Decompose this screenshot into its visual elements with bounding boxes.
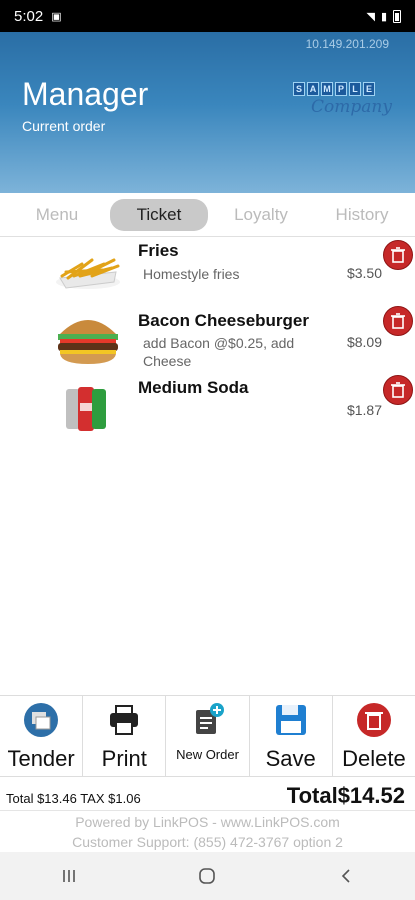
- delete-item-button[interactable]: [383, 240, 413, 270]
- item-name: Medium Soda: [138, 378, 249, 397]
- item-price: $1.87: [346, 402, 382, 418]
- page-subtitle: Current order: [22, 118, 106, 134]
- ip-address: 10.149.201.209: [305, 37, 389, 51]
- item-name: Bacon Cheeseburger: [138, 311, 309, 330]
- subtotal-tax: Total $13.46 TAX $1.06: [6, 791, 141, 806]
- home-button[interactable]: [187, 861, 227, 891]
- clock: 5:02: [14, 7, 44, 25]
- back-button[interactable]: [326, 861, 366, 891]
- logo-letter: M: [321, 82, 333, 96]
- totals-bar: Total $13.46 TAX $1.06 Total$14.52: [0, 779, 415, 811]
- footer: Powered by LinkPOS - www.LinkPOS.com Cus…: [0, 812, 415, 852]
- logo-letter: L: [349, 82, 361, 96]
- system-nav-bar: [0, 852, 415, 900]
- logo-letter: A: [307, 82, 319, 96]
- logo-letter: S: [293, 82, 305, 96]
- burger-image: [58, 320, 118, 364]
- trash-icon: [391, 313, 405, 329]
- item-desc: Homestyle fries: [143, 266, 240, 282]
- powered-by: Powered by LinkPOS - www.LinkPOS.com: [75, 814, 340, 830]
- item-name: Fries: [138, 241, 179, 260]
- tab-bar: Menu Ticket Loyalty History: [0, 193, 415, 237]
- status-bar: 5:02 ▣ ◥ ▮: [0, 0, 415, 32]
- logo-letter: P: [335, 82, 347, 96]
- signal-icon: ▮: [380, 10, 387, 23]
- back-icon: [341, 869, 350, 883]
- logo-letter: E: [363, 82, 375, 96]
- trash-icon: [391, 382, 405, 398]
- recents-icon: [63, 870, 75, 882]
- recent-apps-button[interactable]: [49, 861, 89, 891]
- print-label: Print: [101, 746, 147, 771]
- tab-menu[interactable]: Menu: [18, 199, 96, 231]
- home-icon: [199, 868, 216, 884]
- delete-item-button[interactable]: [383, 306, 413, 336]
- support-line: Customer Support: (855) 472-3767 option …: [72, 834, 343, 850]
- print-button[interactable]: Print: [83, 696, 167, 776]
- trash-icon: [391, 247, 405, 263]
- fries-image: [56, 258, 120, 289]
- battery-icon: [393, 9, 401, 23]
- ticket-item-soda[interactable]: Medium Soda $1.87: [0, 375, 415, 437]
- save-button[interactable]: Save: [250, 696, 333, 776]
- item-price: $3.50: [346, 265, 382, 281]
- item-price: $8.09: [346, 334, 382, 350]
- tender-button[interactable]: Tender: [0, 696, 84, 776]
- logo-script: Company: [311, 97, 392, 117]
- tender-label: Tender: [7, 746, 75, 771]
- tab-ticket[interactable]: Ticket: [110, 199, 208, 231]
- tab-history[interactable]: History: [322, 199, 402, 231]
- status-icons: ◥ ▮: [366, 9, 401, 23]
- item-desc: add Bacon @$0.25, add Cheese: [143, 335, 295, 369]
- tender-icon: [24, 703, 59, 737]
- action-bar: Tender Print New Order Save Delete: [0, 695, 415, 777]
- company-logo: S A M P L E Company: [293, 82, 395, 126]
- delete-label: Delete: [342, 746, 406, 771]
- app-header: 10.149.201.209 Manager Current order S A…: [0, 32, 415, 193]
- save-label: Save: [265, 746, 316, 771]
- new-order-icon: [195, 703, 224, 734]
- tab-loyalty[interactable]: Loyalty: [222, 199, 300, 231]
- soda-cans-image: [66, 387, 106, 431]
- ticket-item-fries[interactable]: Fries Homestyle fries $3.50: [0, 238, 415, 300]
- page-title: Manager: [22, 76, 149, 112]
- grand-total: Total$14.52: [286, 783, 405, 808]
- printer-icon: [110, 705, 139, 735]
- new-order-label: New Order: [176, 747, 239, 762]
- trash-icon: [356, 703, 391, 737]
- delete-item-button[interactable]: [383, 375, 413, 405]
- ticket-item-burger[interactable]: Bacon Cheeseburger add Bacon @$0.25, add…: [0, 306, 415, 372]
- wifi-icon: ◥: [366, 10, 375, 23]
- notification-icon: ▣: [51, 10, 62, 23]
- new-order-button[interactable]: New Order: [166, 696, 250, 776]
- floppy-disk-icon: [275, 705, 306, 735]
- delete-order-button[interactable]: Delete: [333, 696, 415, 776]
